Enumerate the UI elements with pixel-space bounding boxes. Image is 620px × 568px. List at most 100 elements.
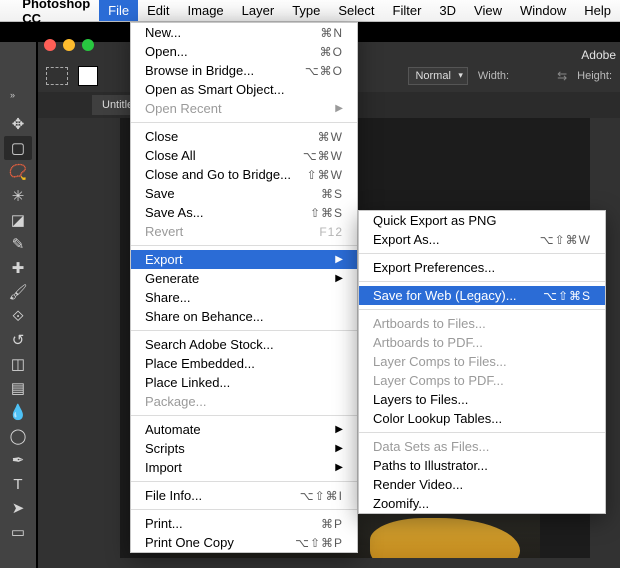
- menu-item-label: Open...: [145, 44, 188, 59]
- file-menu-item-save[interactable]: Save⌘S: [131, 184, 357, 203]
- type-tool[interactable]: T: [4, 472, 32, 496]
- file-menu-item-open[interactable]: Open... ⌘O: [131, 42, 357, 61]
- minimize-window-button[interactable]: [63, 39, 75, 51]
- foreground-swatch[interactable]: [78, 66, 98, 86]
- export-menu-item-layer-comps-to-pdf: Layer Comps to PDF...: [359, 371, 605, 390]
- file-menu-item-close[interactable]: Close⌘W: [131, 127, 357, 146]
- gradient-tool[interactable]: ▤: [4, 376, 32, 400]
- file-menu-item-share[interactable]: Share...: [131, 288, 357, 307]
- menu-item-label: Browse in Bridge...: [145, 63, 254, 78]
- menu-image[interactable]: Image: [179, 0, 233, 21]
- menu-3d[interactable]: 3D: [430, 0, 465, 21]
- shortcut-label: ⌥⇧⌘I: [300, 489, 343, 503]
- menu-item-label: Save for Web (Legacy)...: [373, 288, 517, 303]
- export-menu-item-save-for-web-legacy[interactable]: Save for Web (Legacy)... ⌥⇧⌘S: [359, 286, 605, 305]
- path-selection-tool[interactable]: ➤: [4, 496, 32, 520]
- menu-item-label: Share...: [145, 290, 191, 305]
- eyedropper-tool[interactable]: ✎: [4, 232, 32, 256]
- menu-item-label: Color Lookup Tables...: [373, 411, 502, 426]
- submenu-arrow-icon: ▶: [335, 254, 343, 265]
- clone-stamp-tool[interactable]: ⟐: [4, 304, 32, 328]
- menu-select[interactable]: Select: [329, 0, 383, 21]
- healing-brush-tool[interactable]: ✚: [4, 256, 32, 280]
- menu-window[interactable]: Window: [511, 0, 575, 21]
- eraser-tool[interactable]: ◫: [4, 352, 32, 376]
- link-dimensions-icon[interactable]: ⇆: [557, 69, 567, 83]
- file-menu-item-place-linked[interactable]: Place Linked...: [131, 373, 357, 392]
- history-brush-tool[interactable]: ↺: [4, 328, 32, 352]
- blend-mode-select[interactable]: Normal: [408, 67, 467, 85]
- file-menu-item-print-one-copy[interactable]: Print One Copy⌥⇧⌘P: [131, 533, 357, 552]
- file-menu-item-generate[interactable]: Generate▶: [131, 269, 357, 288]
- blur-tool[interactable]: 💧: [4, 400, 32, 424]
- file-menu-item-print[interactable]: Print...⌘P: [131, 514, 357, 533]
- file-menu-item-browse-in-bridge[interactable]: Browse in Bridge... ⌥⌘O: [131, 61, 357, 80]
- menu-layer[interactable]: Layer: [233, 0, 284, 21]
- zoom-window-button[interactable]: [82, 39, 94, 51]
- dodge-tool[interactable]: ◯: [4, 424, 32, 448]
- file-menu-item-close-and-go-to-bridge[interactable]: Close and Go to Bridge...⇧⌘W: [131, 165, 357, 184]
- menu-item-label: Print One Copy: [145, 535, 234, 550]
- menu-help[interactable]: Help: [575, 0, 620, 21]
- export-menu-item-layers-to-files[interactable]: Layers to Files...: [359, 390, 605, 409]
- file-menu-item-close-all[interactable]: Close All⌥⌘W: [131, 146, 357, 165]
- mac-menu-bar: Photoshop CC FileEditImageLayerTypeSelec…: [0, 0, 620, 22]
- shortcut-label: ⌥⇧⌘S: [543, 289, 591, 303]
- shortcut-label: ⌘O: [320, 45, 343, 59]
- menu-view[interactable]: View: [465, 0, 511, 21]
- menu-item-label: Export: [145, 252, 183, 267]
- menu-item-label: Import: [145, 460, 182, 475]
- export-menu-item-separator: [359, 281, 605, 282]
- file-menu-item-new[interactable]: New...⌘N: [131, 23, 357, 42]
- submenu-arrow-icon: ▶: [335, 443, 343, 454]
- file-menu-item-scripts[interactable]: Scripts▶: [131, 439, 357, 458]
- menu-item-label: Print...: [145, 516, 183, 531]
- pen-tool[interactable]: ✒: [4, 448, 32, 472]
- file-menu-item-save-as[interactable]: Save As...⇧⌘S: [131, 203, 357, 222]
- file-menu-item-import[interactable]: Import ▶: [131, 458, 357, 477]
- menu-item-label: Generate: [145, 271, 199, 286]
- export-menu-item-color-lookup-tables[interactable]: Color Lookup Tables...: [359, 409, 605, 428]
- close-window-button[interactable]: [44, 39, 56, 51]
- lasso-tool[interactable]: 📿: [4, 160, 32, 184]
- file-menu-item-share-on-behance[interactable]: Share on Behance...: [131, 307, 357, 326]
- marquee-tool[interactable]: ▢: [4, 136, 32, 160]
- menu-type[interactable]: Type: [283, 0, 329, 21]
- window-controls: [44, 39, 94, 51]
- export-menu-item-zoomify[interactable]: Zoomify...: [359, 494, 605, 513]
- menu-filter[interactable]: Filter: [384, 0, 431, 21]
- file-menu-item-place-embedded[interactable]: Place Embedded...: [131, 354, 357, 373]
- app-menu[interactable]: Photoshop CC: [13, 0, 99, 26]
- shortcut-label: ⌥⌘O: [305, 64, 343, 78]
- menu-item-label: Place Linked...: [145, 375, 230, 390]
- export-menu-item-separator: [359, 432, 605, 433]
- file-menu-item-open-as-smart-object[interactable]: Open as Smart Object...: [131, 80, 357, 99]
- shape-tool[interactable]: ▭: [4, 520, 32, 544]
- file-menu-item-separator: [131, 509, 357, 510]
- shortcut-label: ⌥⌘W: [303, 149, 343, 163]
- export-menu-item-export-preferences[interactable]: Export Preferences...: [359, 258, 605, 277]
- file-menu-item-automate[interactable]: Automate▶: [131, 420, 357, 439]
- file-menu-item-separator: [131, 481, 357, 482]
- file-menu-item-package: Package...: [131, 392, 357, 411]
- file-menu-item-search-adobe-stock[interactable]: Search Adobe Stock...: [131, 335, 357, 354]
- panel-expand-icon[interactable]: »: [10, 90, 15, 100]
- export-menu-item-quick-export-as-png[interactable]: Quick Export as PNG: [359, 211, 605, 230]
- tool-preset-icon[interactable]: [46, 67, 68, 85]
- menu-item-label: Place Embedded...: [145, 356, 255, 371]
- menu-item-label: Render Video...: [373, 477, 463, 492]
- menu-edit[interactable]: Edit: [138, 0, 178, 21]
- menu-file[interactable]: File: [99, 0, 138, 21]
- brush-tool[interactable]: 🖌: [4, 280, 32, 304]
- menu-item-label: Artboards to PDF...: [373, 335, 483, 350]
- magic-wand-tool[interactable]: ✳: [4, 184, 32, 208]
- export-menu-item-paths-to-illustrator[interactable]: Paths to Illustrator...: [359, 456, 605, 475]
- crop-tool[interactable]: ◪: [4, 208, 32, 232]
- move-tool[interactable]: ✥: [4, 112, 32, 136]
- file-menu-item-export[interactable]: Export ▶: [131, 250, 357, 269]
- menu-item-label: Export Preferences...: [373, 260, 495, 275]
- export-menu-item-render-video[interactable]: Render Video...: [359, 475, 605, 494]
- export-menu-item-export-as[interactable]: Export As...⌥⇧⌘W: [359, 230, 605, 249]
- file-menu-item-file-info[interactable]: File Info...⌥⇧⌘I: [131, 486, 357, 505]
- submenu-arrow-icon: ▶: [335, 462, 343, 473]
